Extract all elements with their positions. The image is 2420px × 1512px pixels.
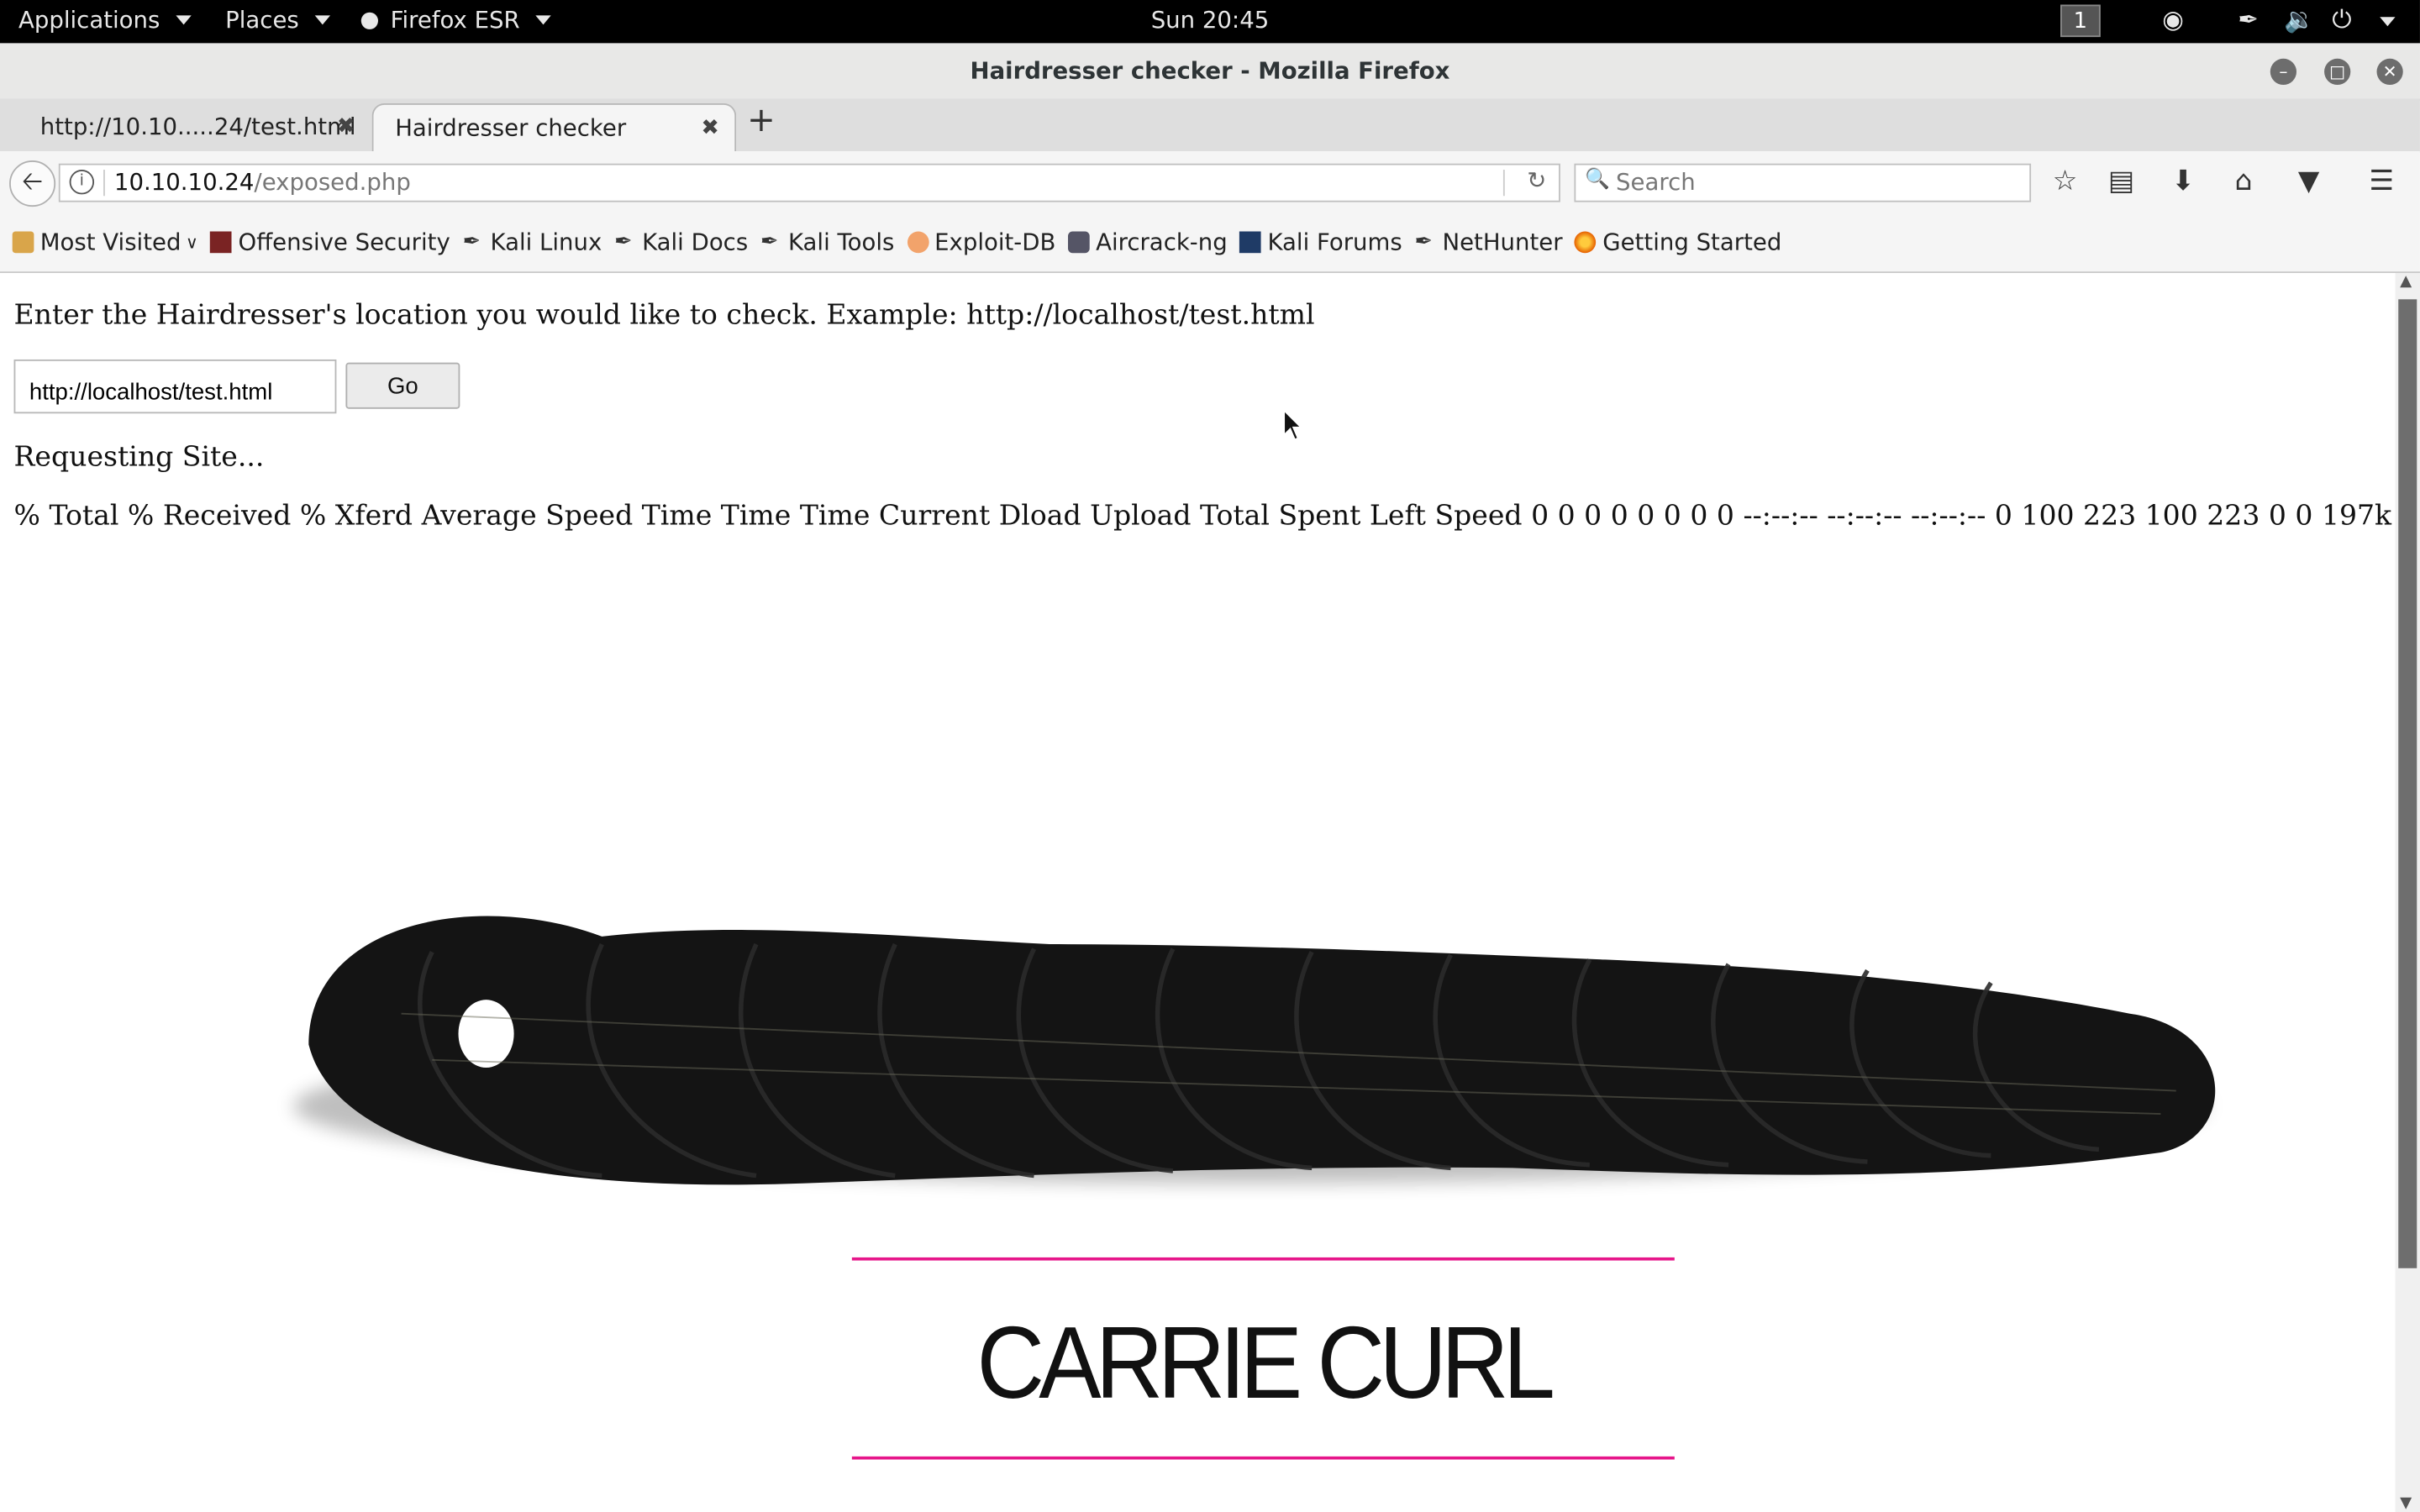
arrow-left-icon: 🡠	[21, 166, 44, 198]
bookmark-label: Offensive Security	[238, 228, 450, 256]
scrollbar-thumb[interactable]	[2398, 299, 2417, 1268]
places-menu[interactable]: Places	[225, 6, 330, 34]
firefox-app-label: Firefox ESR	[390, 6, 520, 34]
firefox-icon	[1575, 231, 1597, 254]
tab-label: http://10.10.....24/test.html	[39, 113, 356, 141]
maximize-button[interactable]: □	[2324, 58, 2351, 86]
page-prompt: Enter the Hairdresser's location you wou…	[13, 299, 1315, 332]
bookmark-label: Most Visited	[39, 228, 182, 256]
workspace-indicator[interactable]: 1	[2060, 4, 2101, 38]
bookmark-exploit-db[interactable]: Exploit-DB	[907, 228, 1055, 256]
mouse-pointer-icon	[1283, 408, 1303, 441]
bookmark-nethunter[interactable]: ✒ NetHunter	[1414, 228, 1562, 256]
back-button[interactable]: 🡠	[9, 160, 56, 207]
bookmarks-toolbar: Most Visited ∨ Offensive Security ✒ Kali…	[0, 213, 2420, 274]
location-input[interactable]	[13, 359, 337, 414]
bookmark-label: Kali Linux	[490, 228, 602, 256]
site-info-icon[interactable]: i	[69, 170, 95, 195]
download-icon[interactable]: ⬇	[2171, 165, 2195, 198]
kali-dragon-icon: ✒	[462, 229, 481, 255]
kali-dragon-icon: ✒	[614, 229, 633, 255]
firefox-app-menu[interactable]: Firefox ESR	[360, 6, 551, 34]
close-window-button[interactable]: ✕	[2376, 58, 2403, 86]
close-tab-icon[interactable]: ✖	[701, 116, 719, 140]
hair-curl-image	[292, 916, 2216, 1185]
url-text: 10.10.10.24/exposed.php	[114, 168, 411, 196]
chevron-down-icon: ∨	[185, 232, 198, 253]
bookmark-most-visited[interactable]: Most Visited ∨	[12, 228, 198, 256]
bookmark-kali-linux[interactable]: ✒ Kali Linux	[462, 228, 602, 256]
tab-hairdresser-checker[interactable]: Hairdresser checker ✖	[371, 103, 737, 151]
offsec-icon	[210, 231, 233, 254]
brand-divider-bottom	[851, 1456, 1675, 1460]
tab-strip: http://10.10.....24/test.html ✖ Hairdres…	[0, 98, 2420, 153]
bookmark-aircrack-ng[interactable]: Aircrack-ng	[1068, 228, 1228, 256]
bookmark-kali-docs[interactable]: ✒ Kali Docs	[614, 228, 748, 256]
close-tab-icon[interactable]: ✖	[337, 114, 355, 139]
tab-label: Hairdresser checker	[395, 113, 627, 142]
requesting-status: Requesting Site...	[13, 441, 265, 474]
chevron-down-icon	[314, 15, 330, 25]
new-tab-button[interactable]: +	[747, 102, 776, 140]
search-icon: 🔍	[1585, 168, 1611, 192]
kali-dragon-icon: ✒	[1414, 229, 1433, 255]
url-path: /exposed.php	[254, 168, 411, 197]
tab-test-html[interactable]: http://10.10.....24/test.html ✖	[0, 103, 371, 151]
search-input[interactable]: 🔍 Search	[1574, 163, 2032, 202]
volume-icon[interactable]: 🔉	[2284, 5, 2315, 34]
bookmark-label: Kali Docs	[642, 228, 749, 256]
aircrack-icon	[1068, 231, 1090, 254]
go-button[interactable]: Go	[345, 362, 460, 409]
bookmark-label: Getting Started	[1602, 228, 1782, 256]
window-title-bar: Hairdresser checker - Mozilla Firefox – …	[0, 43, 2420, 101]
divider	[103, 170, 105, 197]
bookmark-star-icon[interactable]: ☆	[2053, 165, 2078, 198]
brand-logo-text: CARRIE CURL	[976, 1305, 1555, 1420]
reading-list-icon[interactable]: ▤	[2108, 165, 2134, 198]
bookmark-label: Kali Forums	[1267, 228, 1402, 256]
applications-label: Applications	[18, 6, 160, 34]
bookmark-kali-forums[interactable]: Kali Forums	[1239, 228, 1402, 256]
kali-forums-icon	[1239, 231, 1262, 254]
chevron-down-icon	[535, 15, 551, 25]
window-title: Hairdresser checker - Mozilla Firefox	[970, 56, 1450, 86]
places-label: Places	[225, 6, 299, 34]
chevron-down-icon	[175, 15, 192, 25]
home-icon[interactable]: ⌂	[2235, 165, 2253, 198]
bookmark-label: NetHunter	[1442, 228, 1563, 256]
bookmark-label: Kali Tools	[787, 228, 895, 256]
page-content: Enter the Hairdresser's location you wou…	[0, 273, 2420, 1512]
search-placeholder: Search	[1616, 168, 1696, 197]
folder-icon	[12, 231, 34, 254]
bookmark-getting-started[interactable]: Getting Started	[1575, 228, 1781, 256]
pocket-icon[interactable]: ▼	[2298, 165, 2319, 198]
divider	[1502, 170, 1505, 197]
video-camera-icon[interactable]: ◉	[2162, 5, 2184, 34]
pen-tool-icon[interactable]: ✒	[2238, 5, 2259, 34]
kali-dragon-icon: ✒	[760, 229, 779, 255]
address-bar[interactable]: i 10.10.10.24/exposed.php ↻	[58, 163, 1560, 202]
brand-divider-top	[851, 1257, 1675, 1261]
bookmark-offensive-security[interactable]: Offensive Security	[210, 228, 450, 256]
exploitdb-icon	[907, 231, 929, 254]
url-host: 10.10.10.24	[113, 168, 255, 197]
applications-menu[interactable]: Applications	[18, 6, 192, 34]
power-icon[interactable]: ⏻	[2332, 5, 2351, 36]
bookmark-label: Aircrack-ng	[1096, 228, 1228, 256]
minimize-button[interactable]: –	[2270, 58, 2297, 86]
scroll-up-icon[interactable]: ▲	[2400, 273, 2412, 290]
bookmark-label: Exploit-DB	[934, 228, 1056, 256]
system-top-bar: Applications Places Firefox ESR Sun 20:4…	[0, 0, 2420, 44]
bookmark-kali-tools[interactable]: ✒ Kali Tools	[760, 228, 894, 256]
chevron-down-icon[interactable]	[2380, 17, 2396, 27]
firefox-small-icon	[360, 11, 378, 29]
reload-icon[interactable]: ↻	[1527, 166, 1546, 194]
hamburger-menu-icon[interactable]: ☰	[2369, 165, 2394, 198]
scroll-down-icon[interactable]: ▼	[2400, 1495, 2412, 1512]
curl-output: % Total % Received % Xferd Average Speed…	[13, 500, 2420, 533]
